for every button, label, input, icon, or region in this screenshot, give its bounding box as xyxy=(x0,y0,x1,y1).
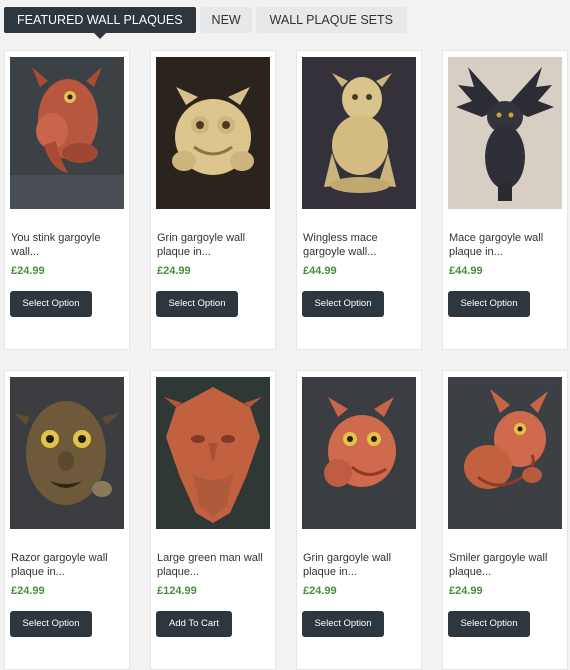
product-card: Large green man wall plaque... £124.99 A… xyxy=(150,370,276,670)
select-option-button[interactable]: Select Option xyxy=(448,611,530,637)
tab-wall-plaque-sets[interactable]: WALL PLAQUE SETS xyxy=(255,7,407,33)
product-price: £24.99 xyxy=(303,585,337,597)
select-option-button[interactable]: Select Option xyxy=(156,291,238,317)
product-name-line: gargoyle wall... xyxy=(303,246,377,258)
product-name-line: Razor gargoyle wall xyxy=(11,552,108,564)
tab-featured-wall-plaques[interactable]: FEATURED WALL PLAQUES xyxy=(4,7,196,39)
product-card: Grin gargoyle wall plaque in... £24.99 S… xyxy=(150,50,276,350)
gargoyle-holding-nose-icon xyxy=(10,57,124,209)
product-name-link[interactable]: Wingless mace gargoyle wall... xyxy=(303,231,415,259)
product-image[interactable] xyxy=(10,377,124,529)
green-man-face-icon xyxy=(156,377,270,529)
product-name-line: Smiler gargoyle wall xyxy=(449,552,548,564)
product-image[interactable] xyxy=(10,57,124,209)
product-card: Wingless mace gargoyle wall... £44.99 Se… xyxy=(296,50,422,350)
product-image[interactable] xyxy=(156,57,270,209)
grin-gargoyle-icon xyxy=(302,377,416,529)
product-card: Smiler gargoyle wall plaque... £24.99 Se… xyxy=(442,370,568,670)
winged-gargoyle-icon xyxy=(448,57,562,209)
product-price: £124.99 xyxy=(157,585,197,597)
product-image[interactable] xyxy=(302,377,416,529)
product-image[interactable] xyxy=(156,377,270,529)
grin-gargoyle-icon xyxy=(156,57,270,209)
product-image[interactable] xyxy=(302,57,416,209)
product-name-line: Grin gargoyle wall xyxy=(157,232,246,244)
select-option-button[interactable]: Select Option xyxy=(448,291,530,317)
product-card: Grin gargoyle wall plaque in... £24.99 S… xyxy=(296,370,422,670)
tab-new[interactable]: NEW xyxy=(199,7,252,33)
smiler-gargoyle-icon xyxy=(448,377,562,529)
product-name-line: plaque in... xyxy=(157,246,211,258)
product-price: £24.99 xyxy=(157,265,191,277)
product-name-line: plaque in... xyxy=(11,566,65,578)
select-option-button[interactable]: Select Option xyxy=(10,611,92,637)
product-image[interactable] xyxy=(448,377,562,529)
product-name-line: Wingless mace xyxy=(303,232,378,244)
select-option-button[interactable]: Select Option xyxy=(10,291,92,317)
product-card: Mace gargoyle wall plaque in... £44.99 S… xyxy=(442,50,568,350)
select-option-button[interactable]: Select Option xyxy=(302,291,384,317)
product-name-link[interactable]: Large green man wall plaque... xyxy=(157,551,269,579)
product-name-link[interactable]: Smiler gargoyle wall plaque... xyxy=(449,551,561,579)
category-tabs: FEATURED WALL PLAQUES NEW WALL PLAQUE SE… xyxy=(4,7,407,39)
product-name-link[interactable]: Grin gargoyle wall plaque in... xyxy=(157,231,269,259)
product-name-link[interactable]: Mace gargoyle wall plaque in... xyxy=(449,231,561,259)
product-name-link[interactable]: You stink gargoyle wall... xyxy=(11,231,123,259)
product-price: £44.99 xyxy=(303,265,337,277)
product-name-line: plaque... xyxy=(449,566,492,578)
product-name-line: plaque in... xyxy=(303,566,357,578)
product-name-line: wall... xyxy=(11,246,40,258)
product-name-line: Grin gargoyle wall xyxy=(303,552,392,564)
product-price: £24.99 xyxy=(11,585,45,597)
product-name-link[interactable]: Grin gargoyle wall plaque in... xyxy=(303,551,415,579)
crouching-gargoyle-icon xyxy=(302,57,416,209)
product-grid: You stink gargoyle wall... £24.99 Select… xyxy=(4,50,570,670)
razor-gargoyle-face-icon xyxy=(10,377,124,529)
product-price: £24.99 xyxy=(449,585,483,597)
product-price: £44.99 xyxy=(449,265,483,277)
product-image[interactable] xyxy=(448,57,562,209)
product-name-line: plaque... xyxy=(157,566,200,578)
product-price: £24.99 xyxy=(11,265,45,277)
select-option-button[interactable]: Select Option xyxy=(302,611,384,637)
product-card: Razor gargoyle wall plaque in... £24.99 … xyxy=(4,370,130,670)
product-card: You stink gargoyle wall... £24.99 Select… xyxy=(4,50,130,350)
product-name-line: Large green man wall xyxy=(157,552,263,564)
add-to-cart-button[interactable]: Add To Cart xyxy=(156,611,232,637)
product-name-line: You stink gargoyle xyxy=(11,232,101,244)
product-name-link[interactable]: Razor gargoyle wall plaque in... xyxy=(11,551,123,579)
product-name-line: plaque in... xyxy=(449,246,503,258)
product-name-line: Mace gargoyle wall xyxy=(449,232,544,244)
